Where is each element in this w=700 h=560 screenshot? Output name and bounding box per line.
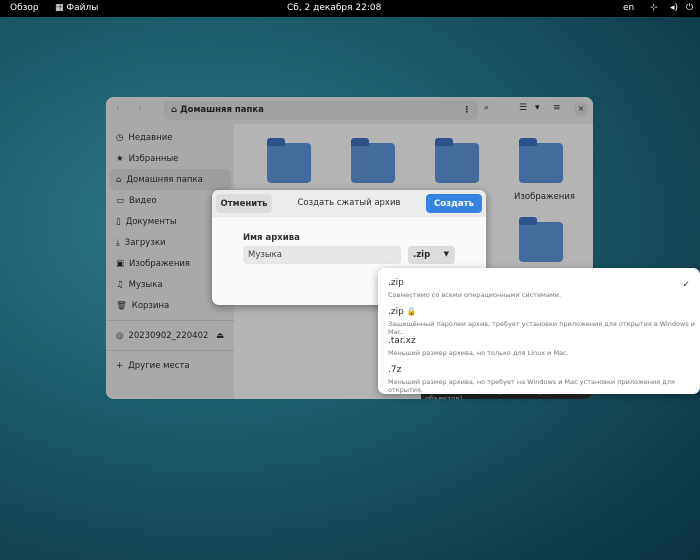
option-title: .zip [388, 307, 404, 317]
app-menu[interactable]: ▦ Файлы [55, 3, 98, 13]
format-value: .zip [413, 250, 431, 260]
archive-name-label: Имя архива [243, 233, 300, 243]
create-button[interactable]: Создать [426, 194, 482, 213]
lock-icon: 🔒 [406, 307, 417, 316]
option-title: .7z [388, 365, 402, 375]
option-tar-xz[interactable]: .tar.xz Меньший размер архива, но только … [388, 336, 569, 357]
checkmark-icon: ✓ [682, 280, 690, 290]
language-indicator[interactable]: en [623, 3, 634, 13]
overview-button[interactable]: Обзор [10, 3, 39, 13]
format-dropdown[interactable]: .zip ▼ [408, 246, 455, 264]
volume-icon[interactable]: ◂) [670, 3, 678, 13]
option-desc: Совместимо со всеми операционными систем… [388, 291, 562, 299]
power-icon[interactable]: ⏻ [686, 3, 693, 13]
option-7z[interactable]: .7z Меньший размер архива, но требует на … [388, 365, 700, 394]
app-name: Файлы [66, 3, 99, 13]
option-title: .zip [388, 278, 404, 288]
format-popover: .zip Совместимо со всеми операционными си… [378, 268, 700, 394]
option-zip[interactable]: .zip Совместимо со всеми операционными си… [388, 278, 561, 299]
chevron-down-icon: ▼ [443, 250, 449, 258]
network-icon[interactable]: ⊹ [650, 3, 658, 13]
option-desc: Защищённый паролем архив, требует устано… [388, 320, 696, 336]
top-bar: Обзор ▦ Файлы Сб, 2 декабря 22:08 en ⊹ ◂… [0, 0, 700, 17]
option-zip-encrypted[interactable]: .zip 🔒 Защищённый паролем архив, требует … [388, 307, 700, 336]
option-title: .tar.xz [388, 336, 416, 346]
option-desc: Меньший размер архива, но только для Lin… [388, 349, 569, 357]
option-desc: Меньший размер архива, но требует на Win… [388, 378, 675, 394]
clock[interactable]: Сб, 2 декабря 22:08 [287, 3, 381, 13]
archive-name-input[interactable]: Музыка [243, 246, 401, 264]
